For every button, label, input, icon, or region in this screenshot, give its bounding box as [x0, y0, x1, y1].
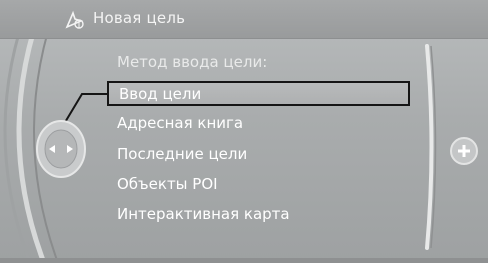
bottom-edge [0, 258, 488, 263]
navigation-screen: Новая цель Метод ввода цели: Ввод цели А… [0, 0, 488, 263]
header-bar: Новая цель [0, 0, 488, 39]
menu-item-label: Последние цели [117, 145, 248, 163]
scroll-track[interactable] [423, 44, 437, 250]
navigation-destination-icon [64, 10, 86, 30]
menu-item-label: Адресная книга [117, 114, 244, 132]
menu-item-destination-input[interactable]: Ввод цели [107, 81, 410, 106]
controller-knob[interactable] [36, 120, 86, 178]
menu-item-label: Ввод цели [119, 85, 202, 103]
menu-item-label: Объекты POI [117, 175, 218, 193]
page-title: Новая цель [93, 9, 186, 27]
menu-heading: Метод ввода цели: [117, 53, 268, 71]
plus-button[interactable] [449, 136, 479, 166]
menu-item-label: Интерактивная карта [117, 205, 290, 223]
menu-item-poi[interactable]: Объекты POI [107, 173, 410, 198]
menu-item-address-book[interactable]: Адресная книга [107, 112, 410, 137]
menu-item-recent-destinations[interactable]: Последние цели [107, 143, 410, 168]
menu-item-interactive-map[interactable]: Интерактивная карта [107, 203, 410, 228]
